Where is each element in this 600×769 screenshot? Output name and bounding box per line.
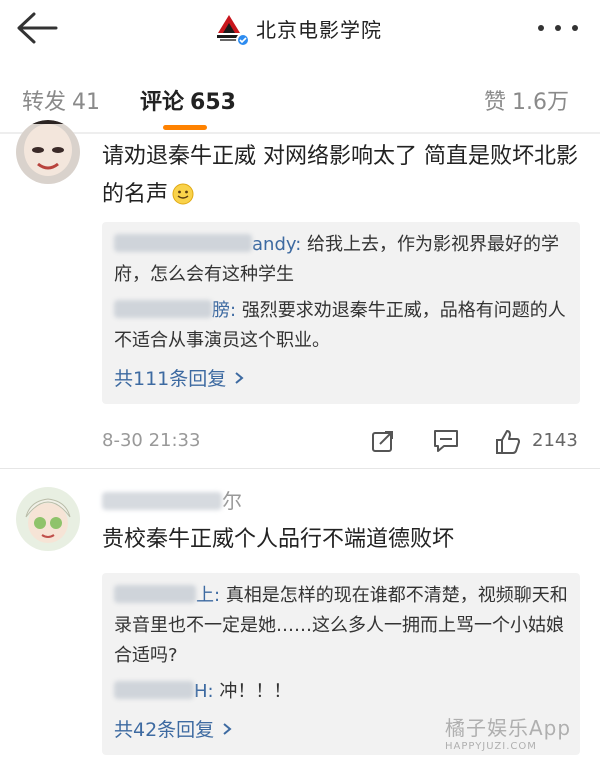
chevron-right-icon <box>222 713 232 747</box>
reply-preview-box[interactable]: andy: 给我上去，作为影视界最好的学府，怎么会有这种学生 膀: 强烈要求劝退… <box>102 222 580 404</box>
watermark-subtext: HAPPYJUZI.COM <box>445 741 537 752</box>
reply-author[interactable]: 膀: <box>212 300 236 321</box>
blurred-username <box>114 585 196 603</box>
comment-body: 贵校秦牛正威个人品行不端道德败坏 <box>102 527 455 552</box>
tab-bar: 转发 41 评论 653 赞 1.6万 <box>0 70 600 132</box>
reply-author[interactable]: H: <box>194 681 214 702</box>
timestamp: 8-30 21:33 <box>102 430 201 451</box>
divider <box>0 468 600 469</box>
repost-icon[interactable] <box>370 428 396 458</box>
reply-item: andy: 给我上去，作为影视界最好的学府，怎么会有这种学生 <box>114 230 568 290</box>
active-tab-indicator <box>163 125 207 130</box>
reply-item: 膀: 强烈要求劝退秦牛正威，品格有问题的人不适合从事演员这个职业。 <box>114 296 568 356</box>
comment-author-visible: 尔 <box>222 489 242 513</box>
reply-author[interactable]: andy: <box>252 234 301 255</box>
reply-item: H: 冲！！！ <box>114 677 568 707</box>
more-replies-label: 共42条回复 <box>114 719 215 741</box>
blurred-username <box>114 681 194 699</box>
blurred-username <box>114 300 212 318</box>
divider <box>0 132 600 134</box>
verified-badge-icon <box>236 33 250 47</box>
tab-label: 评论 <box>140 90 185 115</box>
tab-count: 41 <box>72 90 101 115</box>
top-navigation-bar: 北京电影学院 <box>0 0 600 60</box>
school-logo <box>212 11 250 47</box>
account-title-group[interactable]: 北京电影学院 <box>212 10 382 47</box>
like-count: 2143 <box>532 430 578 451</box>
more-replies-label: 共111条回复 <box>114 368 227 390</box>
tab-comments[interactable]: 评论 653 <box>140 84 236 116</box>
back-arrow-icon[interactable] <box>14 10 58 50</box>
comment-meta-row: 8-30 21:33 2143 <box>102 430 582 460</box>
tab-likes[interactable]: 赞 1.6万 <box>484 84 569 116</box>
tab-label: 转发 <box>22 90 67 115</box>
comment-icon[interactable] <box>432 428 460 458</box>
tab-count: 653 <box>190 90 236 115</box>
reply-item: 上: 真相是怎样的现在谁都不清楚，视频聊天和录音里也不一定是她……这么多人一拥而… <box>114 581 568 671</box>
avatar[interactable] <box>16 487 80 551</box>
tab-count: 1.6万 <box>512 90 570 115</box>
avatar[interactable] <box>16 120 80 184</box>
comment-text: 请劝退秦牛正威 对网络影响太了 简直是败坏北影的名声 <box>102 138 578 218</box>
blurred-username <box>102 492 222 510</box>
tab-reposts[interactable]: 转发 41 <box>22 84 100 116</box>
more-replies-link[interactable]: 共111条回复 <box>114 362 568 396</box>
more-icon[interactable] <box>538 18 578 38</box>
like-icon[interactable] <box>494 428 522 460</box>
comment-text: 贵校秦牛正威个人品行不端道德败坏 <box>102 521 578 559</box>
watermark-text: 橘子娱乐App <box>445 716 572 740</box>
smile-emoji-icon <box>172 180 194 218</box>
blurred-username <box>114 234 252 252</box>
comment-author[interactable]: 尔 <box>102 485 242 514</box>
reply-author[interactable]: 上: <box>196 585 220 606</box>
chevron-right-icon <box>234 362 244 396</box>
reply-text: 冲！！！ <box>219 681 292 702</box>
watermark: 橘子娱乐App HAPPYJUZI.COM <box>445 712 595 752</box>
page-title: 北京电影学院 <box>256 17 382 42</box>
tab-label: 赞 <box>484 90 507 115</box>
